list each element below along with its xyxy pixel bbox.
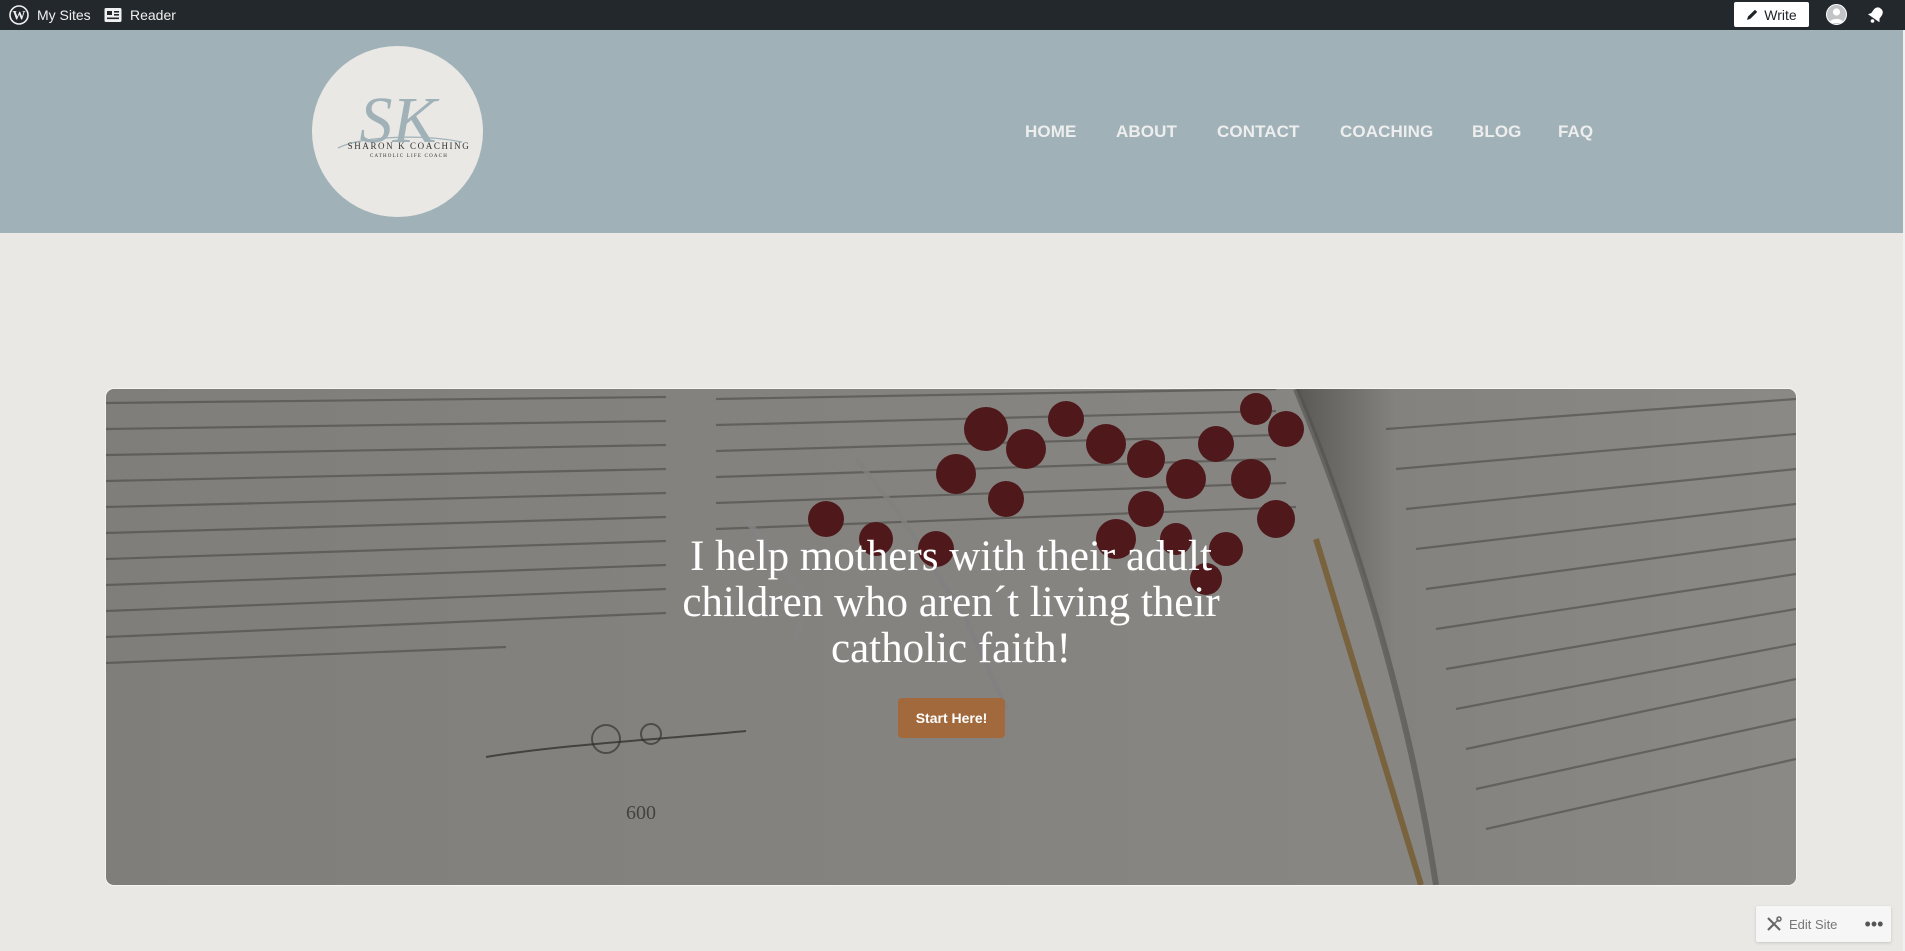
hero-heading: I help mothers with their adult children…	[682, 533, 1220, 672]
nav-contact[interactable]: CONTACT	[1217, 122, 1300, 142]
start-here-button[interactable]: Start Here!	[898, 698, 1005, 738]
more-options-button[interactable]: •••	[1860, 906, 1888, 942]
tools-icon	[1767, 916, 1782, 931]
pen-icon	[1747, 9, 1758, 20]
my-sites-label: My Sites	[37, 7, 91, 23]
edit-site-button[interactable]: Edit Site	[1766, 906, 1837, 942]
site-header: SK SHARON K COACHING CATHOLIC LIFE COACH…	[0, 30, 1903, 233]
hero-cover: 600 I help mothers with their adult chil…	[106, 389, 1796, 885]
wordpress-icon: W	[9, 5, 29, 25]
logo-tagline: CATHOLIC LIFE COACH	[370, 154, 448, 159]
reader-menu[interactable]: Reader	[104, 0, 176, 30]
nav-faq[interactable]: FAQ	[1558, 122, 1593, 142]
site-logo[interactable]: SK SHARON K COACHING CATHOLIC LIFE COACH	[312, 46, 483, 217]
bell-icon	[1867, 7, 1883, 23]
admin-bar: W My Sites Reader Write	[0, 0, 1905, 30]
write-button[interactable]: Write	[1734, 2, 1809, 27]
reader-label: Reader	[130, 7, 176, 23]
nav-blog[interactable]: BLOG	[1472, 122, 1522, 142]
write-label: Write	[1764, 6, 1797, 23]
nav-about[interactable]: ABOUT	[1116, 122, 1177, 142]
svg-text:W: W	[13, 8, 26, 23]
nav-coaching[interactable]: COACHING	[1340, 122, 1433, 142]
edit-site-label: Edit Site	[1789, 916, 1838, 932]
my-sites-menu[interactable]: W My Sites	[9, 0, 91, 30]
reader-icon	[104, 8, 122, 22]
logo-graphic: SK SHARON K COACHING CATHOLIC LIFE COACH	[337, 84, 471, 159]
nav-home[interactable]: HOME	[1025, 122, 1076, 142]
user-icon	[1829, 8, 1844, 23]
notifications-button[interactable]	[1866, 5, 1886, 30]
edit-site-toolbar: Edit Site •••	[1756, 906, 1891, 942]
avatar[interactable]	[1826, 4, 1847, 25]
logo-name: SHARON K COACHING	[348, 141, 471, 151]
